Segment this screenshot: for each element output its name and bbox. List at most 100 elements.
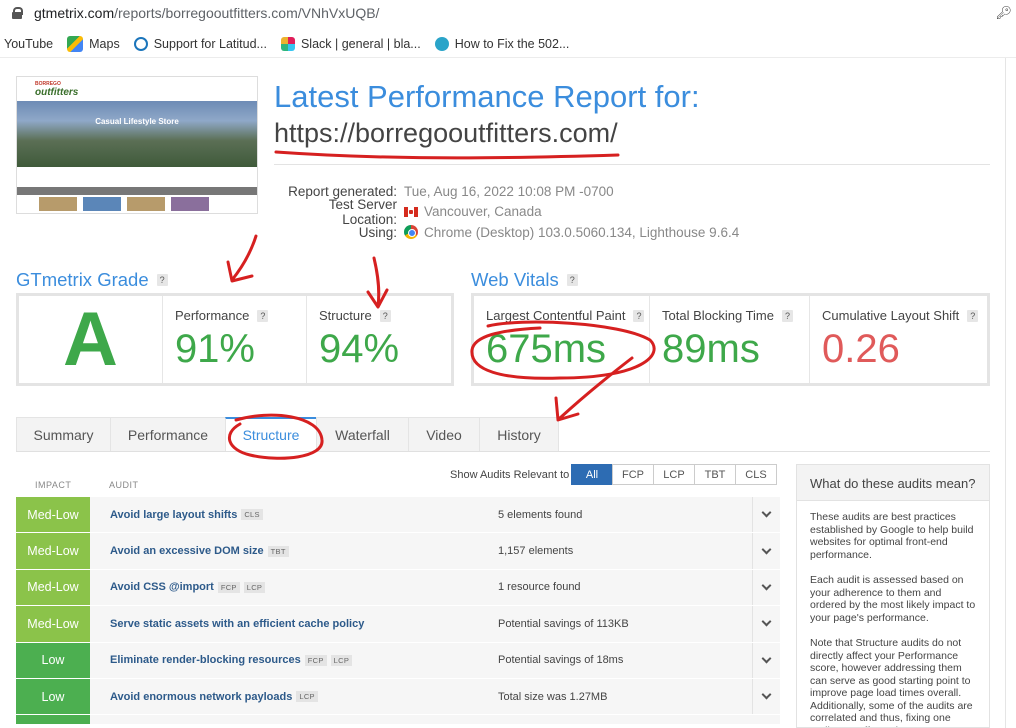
audit-row-partial bbox=[16, 715, 780, 726]
audit-info-panel: What do these audits mean? These audits … bbox=[796, 464, 990, 728]
web-vitals-box: Largest Contentful Paint? 675ms Total Bl… bbox=[471, 293, 990, 386]
impact-badge: Med-Low bbox=[16, 533, 90, 569]
report-tabs: Summary Performance Structure Waterfall … bbox=[16, 417, 559, 452]
chevron-down-icon bbox=[761, 653, 772, 664]
audit-name[interactable]: Eliminate render-blocking resources bbox=[110, 654, 301, 666]
audit-name[interactable]: Avoid large layout shifts bbox=[110, 509, 237, 521]
info-paragraph: These audits are best practices establis… bbox=[810, 511, 974, 561]
web-icon bbox=[434, 36, 449, 51]
report-meta: Report generated: Tue, Aug 16, 2022 10:08… bbox=[274, 181, 739, 243]
site-screenshot-thumbnail[interactable]: BORREGO outfitters Casual Lifestyle Store bbox=[16, 76, 258, 214]
tab-summary[interactable]: Summary bbox=[16, 417, 111, 452]
help-icon[interactable]: ? bbox=[566, 274, 578, 286]
canada-flag-icon bbox=[404, 206, 418, 217]
lcp-value: 675ms bbox=[486, 327, 607, 371]
key-icon[interactable]: 🔑︎ bbox=[995, 5, 1012, 21]
address-bar[interactable]: gtmetrix.com/reports/borregooutfitters.c… bbox=[0, 0, 1016, 26]
chevron-down-icon bbox=[761, 689, 772, 700]
metric-tag: LCP bbox=[330, 654, 353, 666]
arrow-to-grade bbox=[226, 234, 258, 283]
audit-name[interactable]: Serve static assets with an efficient ca… bbox=[110, 618, 364, 630]
audit-row[interactable]: Med-Low Avoid CSS @import FCP LCP 1 resour… bbox=[16, 569, 780, 607]
help-icon[interactable]: ? bbox=[633, 309, 645, 322]
maps-icon bbox=[67, 35, 84, 52]
metric-tag: FCP bbox=[304, 654, 327, 666]
audit-row[interactable]: Med-Low Avoid an excessive DOM size TBT 1… bbox=[16, 533, 780, 570]
cls-value: 0.26 bbox=[822, 327, 900, 371]
impact-badge: Low bbox=[16, 678, 90, 715]
audit-column-header: AUDIT bbox=[109, 480, 139, 490]
audit-name[interactable]: Avoid enormous network payloads bbox=[110, 691, 292, 703]
audit-name[interactable]: Avoid CSS @import bbox=[110, 581, 214, 593]
metric-tag: LCP bbox=[296, 691, 318, 703]
chevron-down-icon bbox=[761, 507, 772, 518]
lock-icon bbox=[12, 7, 23, 19]
structure-metric: Structure? 94% bbox=[307, 296, 451, 383]
info-paragraph: Each audit is assessed based on your adh… bbox=[810, 574, 976, 624]
audit-row[interactable]: Med-Low Avoid large layout shifts CLS 5 e… bbox=[16, 497, 780, 534]
audit-table-header: IMPACT AUDIT bbox=[16, 475, 780, 495]
tab-performance[interactable]: Performance bbox=[110, 417, 226, 452]
title-divider bbox=[274, 164, 990, 165]
metric-tag: LCP bbox=[243, 581, 266, 593]
lcp-metric: Largest Contentful Paint? 675ms bbox=[474, 296, 650, 383]
tab-waterfall[interactable]: Waterfall bbox=[316, 417, 409, 452]
audit-finding: Total size was 1.27MB bbox=[498, 690, 608, 703]
bookmark-slack[interactable]: Slack | general | bla... bbox=[280, 36, 421, 51]
help-icon[interactable]: ? bbox=[156, 274, 168, 286]
grade-heading: GTmetrix Grade? bbox=[16, 269, 168, 291]
using-value: Chrome (Desktop) 103.0.5060.134, Lightho… bbox=[424, 224, 740, 240]
url-text[interactable]: gtmetrix.com/reports/borregooutfitters.c… bbox=[34, 5, 379, 21]
audit-name[interactable]: Avoid an excessive DOM size bbox=[110, 545, 264, 557]
page-title: Latest Performance Report for: bbox=[274, 79, 700, 114]
structure-score: 94% bbox=[318, 327, 400, 371]
impact-badge: Low bbox=[16, 642, 90, 678]
help-icon[interactable]: ? bbox=[379, 309, 391, 322]
thumbnail-hero-text: Casual Lifestyle Store bbox=[95, 117, 179, 126]
grade-letter: A bbox=[19, 296, 163, 383]
help-icon[interactable]: ? bbox=[257, 309, 269, 322]
performance-score: 91% bbox=[174, 327, 255, 371]
audit-finding: Potential savings of 18ms bbox=[498, 654, 624, 667]
info-panel-title: What do these audits mean? bbox=[797, 465, 989, 501]
audit-finding: 1 resource found bbox=[498, 581, 581, 594]
performance-metric: Performance? 91% bbox=[163, 296, 307, 383]
expand-button[interactable] bbox=[752, 606, 780, 642]
help-icon[interactable]: ? bbox=[967, 309, 979, 322]
report-url[interactable]: https://borregooutfitters.com/ bbox=[274, 116, 618, 150]
audit-row[interactable]: Low Eliminate render-blocking resources F… bbox=[16, 642, 780, 679]
audit-row[interactable]: Low Avoid enormous network payloads LCP T… bbox=[16, 678, 780, 716]
metric-tag: CLS bbox=[241, 509, 263, 521]
tbt-metric: Total Blocking Time? 89ms bbox=[650, 296, 810, 383]
expand-button[interactable] bbox=[752, 497, 780, 533]
audit-finding: Potential savings of 113KB bbox=[498, 617, 629, 630]
chrome-icon bbox=[404, 225, 418, 240]
bookmarks-bar: YouTube Maps Support for Latitud... Slac… bbox=[0, 30, 1016, 58]
audit-finding: 5 elements found bbox=[498, 508, 583, 521]
bookmark-502-fix[interactable]: How to Fix the 502... bbox=[434, 36, 569, 51]
help-icon[interactable]: ? bbox=[782, 309, 793, 322]
expand-button[interactable] bbox=[752, 533, 780, 569]
bookmark-dell-support[interactable]: Support for Latitud... bbox=[133, 36, 267, 51]
grade-box: A Performance? 91% Structure? 94% bbox=[16, 293, 454, 386]
location-value: Vancouver, Canada bbox=[424, 204, 542, 220]
tab-video[interactable]: Video bbox=[408, 417, 480, 452]
thumbnail-logo: BORREGO outfitters bbox=[35, 81, 79, 98]
tab-structure[interactable]: Structure bbox=[225, 417, 317, 452]
chevron-down-icon bbox=[761, 580, 772, 591]
generated-value: Tue, Aug 16, 2022 10:08 PM -0700 bbox=[404, 183, 614, 199]
expand-button[interactable] bbox=[752, 642, 780, 678]
location-label: Test Server Location: bbox=[328, 196, 397, 227]
audit-row[interactable]: Med-Low Serve static assets with an effi… bbox=[16, 606, 780, 643]
chevron-down-icon bbox=[761, 616, 772, 627]
tabs-divider bbox=[16, 451, 990, 452]
expand-button[interactable] bbox=[752, 678, 780, 715]
bookmark-youtube[interactable]: YouTube bbox=[4, 37, 53, 51]
bookmark-maps[interactable]: Maps bbox=[67, 35, 120, 52]
tab-history[interactable]: History bbox=[479, 417, 559, 452]
impact-badge: Med-Low bbox=[16, 606, 90, 642]
expand-button[interactable] bbox=[752, 569, 780, 606]
impact-column-header: IMPACT bbox=[35, 480, 72, 490]
dell-icon bbox=[133, 36, 148, 51]
tbt-value: 89ms bbox=[662, 327, 760, 371]
